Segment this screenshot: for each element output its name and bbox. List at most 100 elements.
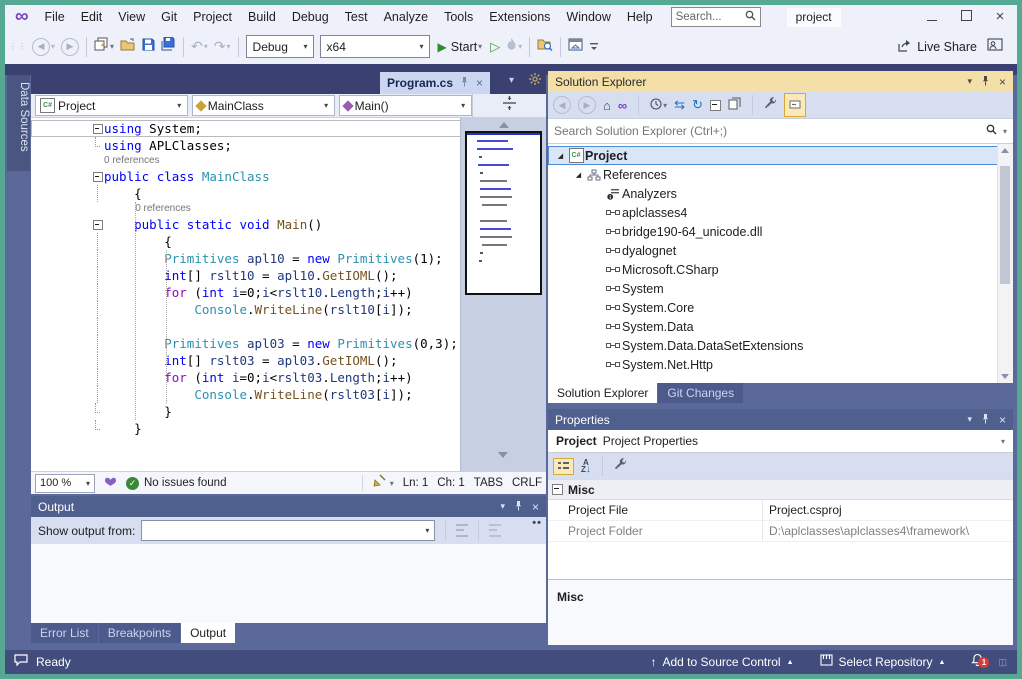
navigate-back-button[interactable]: ◀▾ [29,35,58,59]
alphabetical-sort-button[interactable]: AZ↓ [581,459,591,473]
clear-all-icon[interactable] [456,524,468,537]
save-button[interactable] [139,35,158,59]
code-line[interactable]: int[] rslt03 = apl03.GetIOML(); [31,352,461,369]
tab-breakpoints[interactable]: Breakpoints [99,623,180,643]
hot-reload-button[interactable]: ▾ [503,35,525,59]
minimap-scrollbar[interactable] [460,118,546,471]
show-all-files-icon[interactable] [728,97,741,113]
find-in-files-button[interactable] [534,35,556,59]
code-line[interactable]: { [31,233,461,250]
menu-tools[interactable]: Tools [436,5,481,29]
properties-object-selector[interactable]: Project Project Properties ▾ [548,430,1013,453]
tree-item-analyzers[interactable]: Analyzers [548,184,1013,203]
codelens-references-link[interactable]: 0 references [31,202,461,216]
undo-button[interactable]: ↶▾ [188,35,211,59]
preview-selected-items-button[interactable] [784,93,806,117]
line-indicator[interactable]: Ln: 1 [403,477,429,489]
start-without-debugging-button[interactable]: ▷ [487,35,503,59]
tree-item-project[interactable]: ◢C#Project [548,146,1013,165]
object-selector-chevron-icon[interactable]: ▾ [1001,437,1005,446]
code-line[interactable]: public class MainClass [31,168,461,185]
menu-debug[interactable]: Debug [284,5,337,29]
property-pages-wrench-icon[interactable] [614,458,627,474]
collapse-all-icon[interactable] [710,100,721,111]
tree-item-bridge190-64-unicode-dll[interactable]: bridge190-64_unicode.dll [548,222,1013,241]
outline-collapse-icon[interactable] [93,172,103,182]
tab-error-list[interactable]: Error List [31,623,98,643]
code-line[interactable]: { [31,185,461,202]
solution-platform-select[interactable]: x64▾ [320,35,430,58]
window-position-chevron-icon[interactable]: ▾ [967,414,972,425]
code-line[interactable]: Primitives apl03 = new Primitives(0,3); [31,335,461,352]
tab-solution-explorer[interactable]: Solution Explorer [548,383,657,403]
code-line[interactable]: using APLClasses; [31,137,461,154]
scroll-up-icon[interactable] [1001,148,1009,153]
project-dropdown[interactable]: C# Project▾ [35,95,188,116]
scroll-down-icon[interactable] [1001,374,1009,379]
tab-program-cs[interactable]: Program.cs × [380,72,490,94]
solution-configuration-select[interactable]: Debug▾ [246,35,314,58]
code-cleanup-button[interactable]: ▾ [372,474,394,492]
tab-git-changes[interactable]: Git Changes [658,383,743,403]
solution-explorer-header[interactable]: Solution Explorer ▾ × [548,71,1013,92]
menu-help[interactable]: Help [619,5,661,29]
save-all-button[interactable] [158,35,179,59]
categorized-button[interactable] [553,458,574,475]
data-sources-tab[interactable]: Data Sources [7,75,30,171]
tree-item-system[interactable]: System [548,279,1013,298]
expander-expanded-icon[interactable]: ◢ [554,152,567,160]
expander-expanded-icon[interactable]: ◢ [572,171,585,179]
solution-explorer-search[interactable]: Search Solution Explorer (Ctrl+;) ▾ [548,118,1013,144]
tab-output[interactable]: Output [181,623,235,643]
search-context-badge[interactable]: project [787,8,841,27]
split-editor-button[interactable] [472,94,546,117]
minimap[interactable] [465,131,542,295]
tree-item-system-core[interactable]: System.Core [548,298,1013,317]
menu-edit[interactable]: Edit [73,5,111,29]
maximize-button[interactable] [949,5,983,29]
tree-item-dyalognet[interactable]: dyalognet [548,241,1013,260]
back-icon[interactable]: ◀ [553,96,571,114]
outline-collapse-icon[interactable] [93,220,103,230]
property-value[interactable]: D:\aplclasses\aplclasses4\framework\ [763,521,1013,541]
toggle-word-wrap-icon[interactable] [489,524,501,537]
tree-item-microsoft-csharp[interactable]: Microsoft.CSharp [548,260,1013,279]
menu-analyze[interactable]: Analyze [376,5,436,29]
codelens-references-link[interactable]: 0 references [31,154,461,168]
pin-tab-icon[interactable] [460,74,469,92]
toolbar-overflow-icon[interactable]: •• [532,517,542,529]
scroll-down-icon[interactable] [498,452,508,458]
redo-button[interactable]: ↷▾ [211,35,234,59]
document-health-indicator[interactable]: ✓ No issues found [126,477,226,490]
close-panel-icon[interactable]: × [999,413,1006,427]
menu-file[interactable]: File [37,5,73,29]
type-dropdown[interactable]: MainClass▾ [192,95,335,116]
menu-view[interactable]: View [110,5,153,29]
property-row-project-folder[interactable]: Project FolderD:\aplclasses\aplclasses4\… [548,521,1013,542]
property-value[interactable]: Project.csproj [763,500,1013,520]
minimize-button[interactable] [915,5,949,29]
live-share-button[interactable]: Live Share [897,39,977,55]
code-line[interactable]: } [31,403,461,420]
code-line[interactable]: } [31,420,461,437]
collapse-group-icon[interactable] [552,484,563,495]
start-debugging-button[interactable]: ▶ Start ▾ [435,35,486,59]
window-position-chevron-icon[interactable]: ▾ [500,501,505,512]
search-box[interactable]: Search... [671,7,761,27]
tree-scrollbar[interactable] [997,144,1013,383]
code-line[interactable]: for (int i=0;i<rslt03.Length;i++) [31,369,461,386]
scrollbar-thumb[interactable] [1000,166,1010,284]
tree-item-system-data[interactable]: System.Data [548,317,1013,336]
code-line[interactable]: Console.WriteLine(rslt10[i]); [31,301,461,318]
properties-wrench-icon[interactable] [764,97,777,113]
code-line[interactable] [31,318,461,335]
close-panel-icon[interactable]: × [999,75,1006,89]
column-indicator[interactable]: Ch: 1 [437,477,465,489]
tree-item-system-net-http[interactable]: System.Net.Http [548,355,1013,374]
menu-build[interactable]: Build [240,5,284,29]
tab-list-chevron-icon[interactable]: ▾ [509,75,514,86]
code-editor[interactable]: using System;using APLClasses;0 referenc… [31,118,546,471]
menu-test[interactable]: Test [337,5,376,29]
code-line[interactable]: using System; [31,120,461,137]
property-row-project-file[interactable]: Project FileProject.csproj [548,500,1013,521]
